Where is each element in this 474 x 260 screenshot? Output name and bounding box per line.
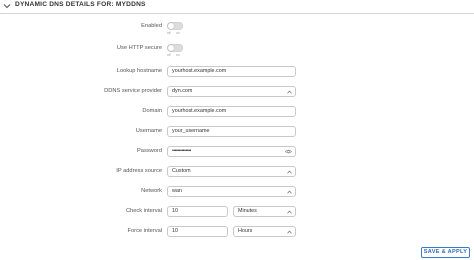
use-http-secure-label: Use HTTP secure [116, 45, 162, 51]
password-input[interactable]: •••••••••••••• [167, 145, 296, 157]
enabled-label: Enabled [141, 23, 162, 29]
toggle-knob [168, 22, 174, 29]
chevron-up-icon [287, 209, 292, 214]
domain-value: yourhost.example.com [172, 107, 227, 114]
chevron-down-icon[interactable] [3, 2, 11, 10]
ip-address-source-label: IP address source [116, 168, 162, 174]
ddns-service-provider-select[interactable]: dyn.com [167, 85, 296, 97]
chevron-up-icon [287, 189, 292, 194]
use-http-secure-toggle[interactable] [167, 43, 183, 52]
network-label: Network [141, 188, 162, 194]
lookup-hostname-label: Lookup hostname [116, 68, 162, 74]
username-value: your_username [172, 127, 210, 134]
section-title: DYNAMIC DNS DETAILS FOR: MYDDNS [15, 1, 146, 8]
chevron-up-icon [287, 169, 292, 174]
ddns-service-provider-value: dyn.com [172, 87, 193, 94]
chevron-up-icon [287, 229, 292, 234]
ip-address-source-select[interactable]: Custom [167, 165, 296, 177]
header-divider [0, 13, 474, 14]
ddns-service-provider-label: DDNS service provider [104, 88, 162, 94]
save-apply-button[interactable]: SAVE & APPLY [421, 247, 470, 258]
use-http-secure-off-caption: off [167, 52, 171, 57]
force-interval-label: Force interval [127, 228, 162, 234]
check-interval-input[interactable]: 10 [167, 205, 228, 217]
domain-label: Domain [142, 108, 162, 114]
use-http-secure-on-caption: on [176, 52, 180, 57]
force-interval-input[interactable]: 10 [167, 225, 228, 237]
network-value: wan [172, 187, 182, 194]
force-interval-value: 10 [172, 227, 178, 234]
network-select[interactable]: wan [167, 185, 296, 197]
chevron-up-icon [287, 89, 292, 94]
enabled-off-caption: off [167, 30, 171, 35]
username-input[interactable]: your_username [167, 125, 296, 137]
domain-input[interactable]: yourhost.example.com [167, 105, 296, 117]
check-interval-value: 10 [172, 207, 178, 214]
check-interval-unit-value: Minutes [238, 207, 257, 214]
force-interval-unit-select[interactable]: Hours [233, 225, 296, 237]
ip-address-source-value: Custom [172, 167, 191, 174]
toggle-knob [168, 44, 174, 51]
force-interval-unit-value: Hours [238, 227, 253, 234]
check-interval-label: Check interval [125, 208, 162, 214]
lookup-hostname-input[interactable]: yourhost.example.com [167, 65, 296, 77]
lookup-hostname-value: yourhost.example.com [172, 67, 227, 74]
check-interval-unit-select[interactable]: Minutes [233, 205, 296, 217]
eye-icon[interactable] [285, 149, 292, 154]
username-label: Username [135, 128, 162, 134]
enabled-on-caption: on [176, 30, 180, 35]
password-value: •••••••••••••• [172, 147, 191, 154]
password-label: Password [137, 148, 162, 154]
section-header[interactable]: DYNAMIC DNS DETAILS FOR: MYDDNS [0, 0, 474, 14]
enabled-toggle[interactable] [167, 21, 183, 30]
ddns-details-page: DYNAMIC DNS DETAILS FOR: MYDDNS Enabled … [0, 0, 474, 260]
